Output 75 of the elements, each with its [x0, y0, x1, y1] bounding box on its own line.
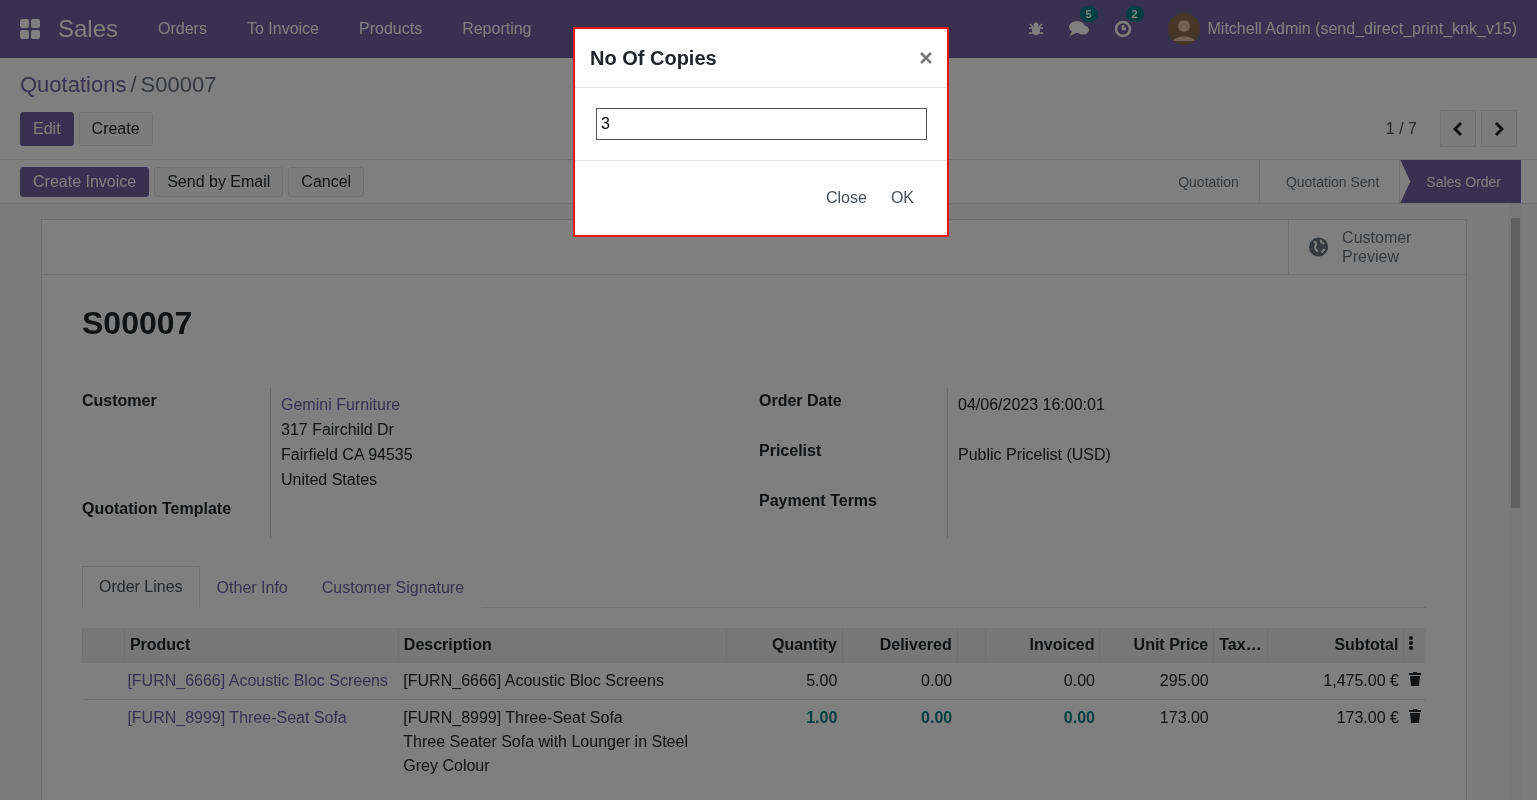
- status-stage[interactable]: Sales Order: [1400, 160, 1521, 203]
- breadcrumb-separator: /: [130, 72, 137, 98]
- column-header[interactable]: Description: [398, 628, 727, 663]
- user-name[interactable]: Mitchell Admin (send_direct_print_knk_v15): [1207, 20, 1517, 38]
- column-header[interactable]: Invoiced: [985, 628, 1100, 663]
- tab[interactable]: Order Lines: [82, 566, 200, 608]
- table-cell: 1,475.00 €: [1267, 662, 1404, 700]
- table-cell: 295.00: [1100, 662, 1214, 700]
- message-count-badge: 5: [1079, 6, 1098, 22]
- description-line: [FURN_8999] Three-Seat Sofa: [403, 708, 624, 728]
- clock-icon[interactable]: [1113, 20, 1132, 38]
- dialog-button[interactable]: Close: [817, 181, 875, 215]
- menu-item[interactable]: To Invoice: [246, 20, 319, 38]
- form-button[interactable]: Create: [78, 111, 153, 146]
- address-line: Fairfield CA 94535: [281, 445, 414, 465]
- table-cell: 0.00: [985, 699, 1100, 784]
- trash-icon[interactable]: [1408, 672, 1421, 686]
- field-value: 04/06/2023 16:00:01: [958, 396, 1105, 413]
- copies-input[interactable]: 3: [596, 108, 927, 140]
- description-line: Grey Colour: [403, 756, 491, 776]
- chat-icon[interactable]: [1067, 20, 1090, 38]
- address-line: United States: [281, 470, 379, 490]
- field-label: Order Date: [759, 391, 843, 411]
- field-label: Quotation Template: [82, 499, 233, 519]
- column-header[interactable]: Tax…: [1213, 628, 1268, 663]
- record-title: S00007: [82, 305, 194, 342]
- address-line: 317 Fairchild Dr: [281, 420, 395, 440]
- dialog-button[interactable]: OK: [882, 181, 922, 215]
- breadcrumb-current: S00007: [140, 72, 217, 98]
- options-icon[interactable]: [1409, 636, 1414, 650]
- column-header[interactable]: Delivered: [842, 628, 958, 663]
- table-cell: 0.00: [985, 662, 1100, 700]
- table-cell: 173.00: [1100, 699, 1214, 784]
- scrollbar[interactable]: [1509, 204, 1522, 800]
- product-link[interactable]: [FURN_6666] Acoustic Bloc Screens: [124, 662, 399, 700]
- bug-icon[interactable]: [1027, 21, 1044, 37]
- close-icon: [920, 52, 932, 64]
- column-header[interactable]: Product: [124, 628, 399, 663]
- apps-grid-icon[interactable]: [20, 19, 40, 39]
- trash-icon[interactable]: [1408, 709, 1421, 723]
- description-line: Three Seater Sofa with Lounger in Steel: [403, 732, 689, 752]
- globe-icon: [1309, 235, 1329, 259]
- action-button[interactable]: Create Invoice: [20, 166, 150, 197]
- field-label: Pricelist: [759, 441, 823, 461]
- chevron-left-icon: [1453, 121, 1463, 136]
- column-header[interactable]: Unit Price: [1100, 628, 1214, 663]
- description-line: [FURN_6666] Acoustic Bloc Screens: [403, 671, 665, 691]
- menu-item[interactable]: Reporting: [462, 20, 532, 38]
- menu-item[interactable]: Products: [359, 20, 423, 38]
- form-button[interactable]: Edit: [20, 111, 74, 146]
- column-header[interactable]: Subtotal: [1267, 628, 1404, 663]
- next-button[interactable]: [1481, 110, 1517, 147]
- pager-value: 1 / 7: [1385, 119, 1417, 138]
- field-label: Customer: [82, 391, 158, 411]
- table-cell: 5.00: [726, 662, 843, 700]
- action-button[interactable]: Cancel: [288, 166, 365, 197]
- status-stage[interactable]: Quotation Sent: [1259, 160, 1401, 203]
- product-link[interactable]: [FURN_8999] Three-Seat Sofa: [124, 699, 399, 784]
- action-button[interactable]: Send by Email: [154, 166, 284, 197]
- customer-link[interactable]: Gemini Furniture: [281, 396, 401, 413]
- app-name[interactable]: Sales: [58, 15, 119, 43]
- chevron-right-icon: [1494, 121, 1504, 136]
- table-cell: 1.00: [726, 699, 843, 784]
- close-button[interactable]: [920, 52, 932, 64]
- table-cell: 0.00: [842, 662, 958, 700]
- breadcrumb-link[interactable]: Quotations: [20, 72, 127, 98]
- activity-count-badge: 2: [1125, 6, 1144, 22]
- field-label: Payment Terms: [759, 491, 878, 511]
- previous-button[interactable]: [1440, 110, 1476, 147]
- dialog-title: No Of Copies: [590, 46, 717, 70]
- status-stage[interactable]: Quotation: [1152, 160, 1260, 203]
- table-cell: 173.00 €: [1267, 699, 1404, 784]
- table-cell: 0.00: [842, 699, 958, 784]
- menu-item[interactable]: Orders: [158, 20, 207, 38]
- column-header[interactable]: Quantity: [726, 628, 843, 663]
